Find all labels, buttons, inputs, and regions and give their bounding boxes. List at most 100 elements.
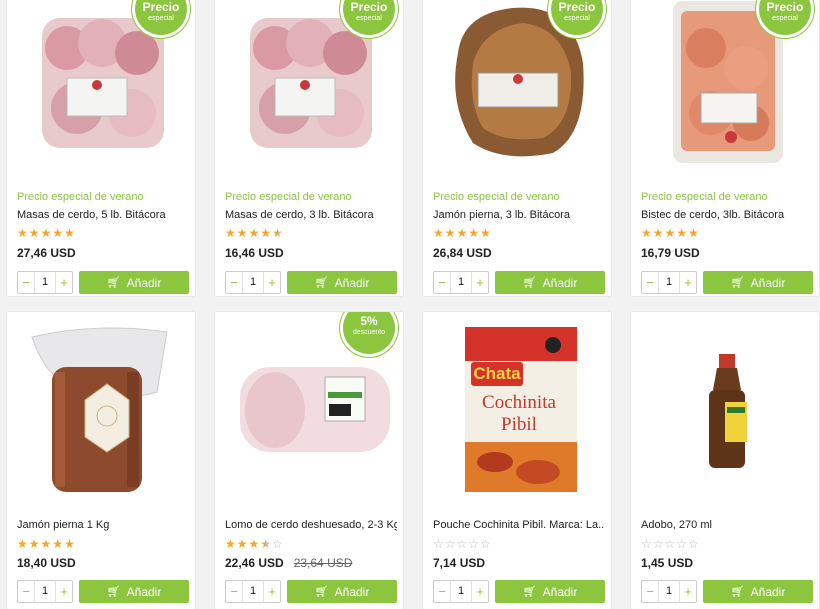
star-full-icon: ★: [652, 226, 665, 240]
quantity-value[interactable]: 1: [242, 272, 264, 293]
rating-stars: ★★★★★: [433, 226, 492, 240]
star-full-icon: ★: [52, 537, 65, 551]
star-empty-icon: ☆: [444, 537, 457, 551]
plus-icon[interactable]: +: [472, 584, 488, 599]
product-image-wrap[interactable]: [7, 312, 195, 498]
add-to-cart-button[interactable]: 🛒︎ Añadir: [79, 580, 189, 603]
quantity-value[interactable]: 1: [34, 581, 56, 602]
product-card[interactable]: Adobo, 270 ml ☆☆☆☆☆ 1,45 USD − 1 + 🛒︎ Añ…: [630, 311, 820, 609]
minus-icon[interactable]: −: [434, 275, 450, 290]
plus-icon[interactable]: +: [56, 584, 72, 599]
badge-title: Precio: [142, 0, 180, 14]
plus-icon[interactable]: +: [472, 275, 488, 290]
quantity-value[interactable]: 1: [242, 581, 264, 602]
star-empty-icon: ☆: [676, 537, 689, 551]
product-name[interactable]: Masas de cerdo, 3 lb. Bitácora: [225, 209, 397, 221]
minus-icon[interactable]: −: [18, 275, 34, 290]
minus-icon[interactable]: −: [642, 584, 658, 599]
cart-icon: 🛒︎: [730, 277, 745, 289]
product-card[interactable]: Precio especial Precio especial de veran…: [630, 0, 820, 297]
product-card[interactable]: Chata Cochinita Pibil Pouche Cochinita P…: [422, 311, 612, 609]
add-to-cart-button[interactable]: 🛒︎ Añadir: [79, 271, 189, 294]
product-card[interactable]: Precio especial Precio especial de veran…: [214, 0, 404, 297]
product-price: 1,45 USD: [641, 556, 694, 570]
minus-icon[interactable]: −: [226, 584, 242, 599]
product-name[interactable]: Jamón pierna 1 Kg: [17, 519, 189, 531]
rating-stars: ★★★★★: [17, 537, 76, 551]
product-grid: Precio especial Precio especial de veran…: [0, 0, 820, 609]
star-full-icon: ★: [248, 537, 261, 551]
minus-icon[interactable]: −: [642, 275, 658, 290]
product-card[interactable]: Jamón pierna 1 Kg ★★★★★ 18,40 USD − 1 + …: [6, 311, 196, 609]
product-price: 26,84 USD: [433, 246, 492, 260]
badge-subtitle: especial: [356, 15, 382, 22]
rating-stars: ☆☆☆☆☆: [641, 537, 700, 551]
quantity-stepper[interactable]: − 1 +: [17, 271, 73, 294]
add-to-cart-button[interactable]: 🛒︎ Añadir: [495, 580, 605, 603]
old-price: 23,64 USD: [293, 556, 353, 570]
star-full-icon: ★: [236, 537, 249, 551]
quantity-stepper[interactable]: − 1 +: [641, 580, 697, 603]
plus-icon[interactable]: +: [680, 275, 696, 290]
minus-icon[interactable]: −: [18, 584, 34, 599]
quantity-value[interactable]: 1: [658, 272, 680, 293]
star-full-icon: ★: [444, 226, 457, 240]
star-full-icon: ★: [676, 226, 689, 240]
badge-title: Precio: [350, 0, 388, 14]
product-name[interactable]: Bistec de cerdo, 3lb. Bitácora: [641, 209, 813, 221]
plus-icon[interactable]: +: [264, 584, 280, 599]
product-card[interactable]: Precio especial Precio especial de veran…: [6, 0, 196, 297]
pouch-title-line2: Pibil: [501, 414, 537, 435]
add-to-cart-button[interactable]: 🛒︎ Añadir: [703, 271, 813, 294]
product-image-wrap[interactable]: Chata Cochinita Pibil: [423, 312, 611, 498]
promo-label: Precio especial de verano: [225, 191, 352, 203]
star-empty-icon: ☆: [652, 537, 665, 551]
product-name[interactable]: Jamón pierna, 3 lb. Bitácora: [433, 209, 605, 221]
product-price: 16,79 USD: [641, 246, 700, 260]
add-to-cart-label: Añadir: [542, 275, 578, 290]
star-full-icon: ★: [248, 226, 261, 240]
star-full-icon: ★: [52, 226, 65, 240]
plus-icon[interactable]: +: [264, 275, 280, 290]
quantity-value[interactable]: 1: [450, 272, 472, 293]
product-name[interactable]: Masas de cerdo, 5 lb. Bitácora: [17, 209, 189, 221]
product-name[interactable]: Pouche Cochinita Pibil. Marca: La...: [433, 519, 605, 531]
rating-stars: ★★★★★: [225, 226, 284, 240]
badge-title: Precio: [558, 0, 596, 14]
quantity-value[interactable]: 1: [34, 272, 56, 293]
quantity-value[interactable]: 1: [450, 581, 472, 602]
rating-stars: ★★★★★: [17, 226, 76, 240]
quantity-stepper[interactable]: − 1 +: [433, 580, 489, 603]
product-image-wrap[interactable]: [631, 312, 819, 498]
star-full-icon: ★: [17, 537, 29, 551]
add-to-cart-button[interactable]: 🛒︎ Añadir: [495, 271, 605, 294]
star-empty-icon: ☆: [433, 537, 445, 551]
badge-title: 5%: [360, 314, 378, 328]
badge-subtitle: especial: [148, 15, 174, 22]
product-name[interactable]: Adobo, 270 ml: [641, 519, 813, 531]
product-price: 16,46 USD: [225, 246, 284, 260]
star-empty-icon: ☆: [641, 537, 653, 551]
quantity-stepper[interactable]: − 1 +: [641, 271, 697, 294]
quantity-stepper[interactable]: − 1 +: [225, 580, 281, 603]
quantity-stepper[interactable]: − 1 +: [433, 271, 489, 294]
minus-icon[interactable]: −: [434, 584, 450, 599]
promo-label: Precio especial de verano: [641, 191, 768, 203]
minus-icon[interactable]: −: [226, 275, 242, 290]
plus-icon[interactable]: +: [680, 584, 696, 599]
product-name[interactable]: Lomo de cerdo deshuesado, 2-3 Kg,...: [225, 519, 397, 531]
quantity-value[interactable]: 1: [658, 581, 680, 602]
product-card[interactable]: Precio especial Precio especial de veran…: [422, 0, 612, 297]
plus-icon[interactable]: +: [56, 275, 72, 290]
pouch-brand: Chata: [473, 364, 521, 383]
product-price: 22,46 USD 23,64 USD: [225, 556, 353, 570]
product-card[interactable]: 5% descuento Lomo de cerdo deshuesado, 2…: [214, 311, 404, 609]
add-to-cart-button[interactable]: 🛒︎ Añadir: [703, 580, 813, 603]
quantity-stepper[interactable]: − 1 +: [225, 271, 281, 294]
add-to-cart-button[interactable]: 🛒︎ Añadir: [287, 271, 397, 294]
add-to-cart-button[interactable]: 🛒︎ Añadir: [287, 580, 397, 603]
rating-stars: ☆☆☆☆☆: [433, 537, 492, 551]
star-empty-icon: ☆: [664, 537, 677, 551]
star-full-icon: ★: [64, 226, 76, 240]
quantity-stepper[interactable]: − 1 +: [17, 580, 73, 603]
